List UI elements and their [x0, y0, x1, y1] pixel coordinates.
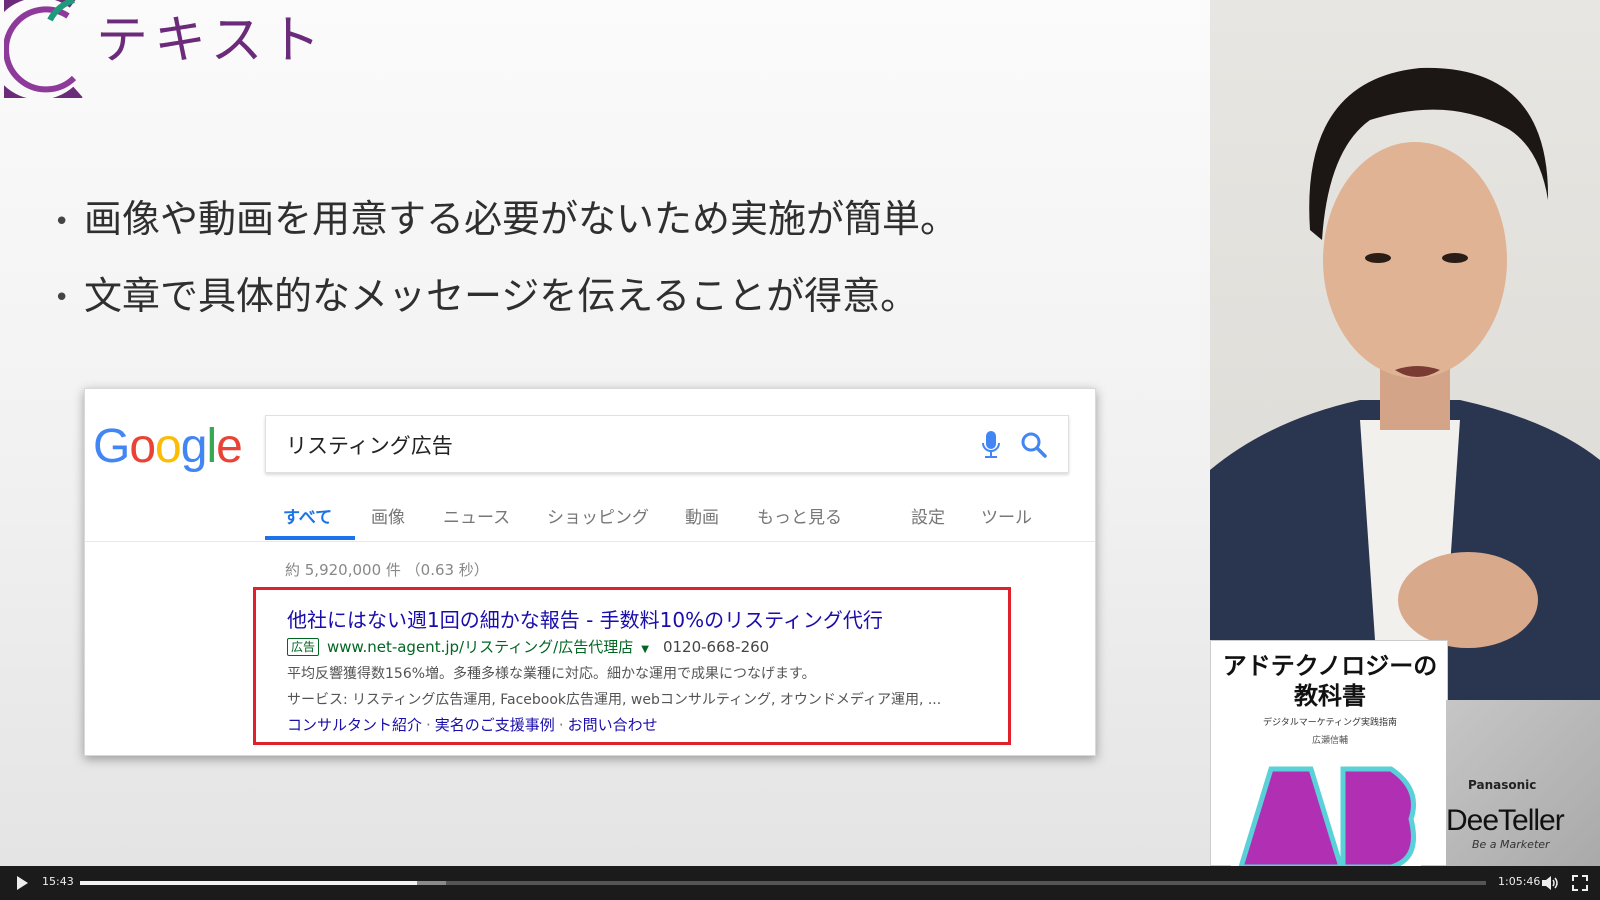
- tab-images[interactable]: 画像: [371, 503, 405, 528]
- tab-news[interactable]: ニュース: [443, 503, 510, 528]
- ad-badge: 広告: [287, 638, 320, 656]
- book-title: アドテクノロジーの 教科書: [1222, 652, 1438, 710]
- ad-display-url[interactable]: www.net-agent.jp/リスティング/広告代理店: [327, 638, 633, 656]
- separator: ·: [558, 716, 564, 734]
- ad-services: サービス: リスティング広告運用, Facebook広告運用, webコンサルテ…: [287, 692, 942, 708]
- google-results-screenshot: Google リスティング広告 すべて 画像 ニュース ショッピング 動画 もっ…: [84, 388, 1096, 756]
- ad-title-link[interactable]: 他社にはない週1回の細かな報告 - 手数料10%のリスティング代行: [287, 604, 883, 633]
- search-box[interactable]: リスティング広告: [265, 415, 1069, 473]
- ad-phone[interactable]: 0120-668-260: [663, 638, 769, 656]
- play-icon[interactable]: [14, 875, 30, 891]
- ad-sitelinks: コンサルタント紹介 · 実名のご支援事例 · お問い合わせ: [287, 714, 658, 735]
- book-cover: アドテクノロジーの 教科書 デジタルマーケティング実践指南 広瀬信輔: [1210, 640, 1448, 866]
- laptop: Panasonic DeeTeller Be a Marketer: [1446, 700, 1600, 866]
- ad-description: 平均反響獲得数156%増。多種多様な業種に対応。細かな運用で成果につなげます。: [287, 666, 816, 682]
- laptop-sticker: DeeTeller: [1446, 804, 1565, 837]
- company-logo-icon: [4, 0, 83, 98]
- sitelink[interactable]: 実名のご支援事例: [435, 716, 555, 734]
- search-query[interactable]: リスティング広告: [286, 430, 453, 460]
- sitelink[interactable]: お問い合わせ: [568, 716, 658, 734]
- laptop-brand: Panasonic: [1468, 778, 1537, 792]
- progress-played: [80, 881, 418, 885]
- tab-videos[interactable]: 動画: [685, 503, 719, 528]
- result-stats: 約 5,920,000 件 （0.63 秒）: [285, 561, 489, 579]
- fullscreen-icon[interactable]: [1572, 875, 1588, 891]
- book-author: 広瀬信輔: [1311, 736, 1348, 746]
- speaker-video: アドテクノロジーの 教科書 デジタルマーケティング実践指南 広瀬信輔 Panaso…: [1210, 0, 1600, 866]
- tab-tools[interactable]: ツール: [981, 503, 1032, 528]
- separator: ·: [426, 716, 431, 734]
- divider: [85, 541, 1095, 542]
- progress-bar[interactable]: [80, 881, 1486, 885]
- bullet-item: • 文章で具体的なメッセージを伝えることが得意。: [54, 259, 958, 336]
- bullet-dot-icon: •: [54, 206, 70, 237]
- ad-result-highlight: 他社にはない週1回の細かな報告 - 手数料10%のリスティング代行 広告 www.…: [253, 587, 1011, 745]
- tab-all[interactable]: すべて: [283, 503, 332, 528]
- sitelink[interactable]: コンサルタント紹介: [287, 716, 422, 734]
- laptop-tagline: Be a Marketer: [1472, 838, 1550, 851]
- book-subtitle: デジタルマーケティング実践指南: [1262, 718, 1398, 728]
- active-tab-indicator: [265, 536, 355, 540]
- bullet-item: • 画像や動画を用意する必要がないため実施が簡単。: [54, 182, 958, 259]
- google-logo: Google: [93, 420, 243, 473]
- volume-icon[interactable]: [1541, 875, 1559, 891]
- total-time: 1:05:46: [1498, 875, 1541, 888]
- current-time: 15:43: [42, 875, 74, 888]
- ad-url-row: 広告 www.net-agent.jp/リスティング/広告代理店 ▼ 0120-668…: [287, 636, 769, 657]
- tab-settings[interactable]: 設定: [911, 503, 945, 528]
- bullet-dot-icon: •: [54, 283, 70, 313]
- search-tabs: すべて 画像 ニュース ショッピング 動画 もっと見る 設定 ツール: [265, 487, 1085, 540]
- tab-shopping[interactable]: ショッピング: [547, 503, 649, 528]
- bullet-list: • 画像や動画を用意する必要がないため実施が簡単。 • 文章で具体的なメッセージを伝…: [54, 182, 958, 335]
- microphone-icon[interactable]: [980, 429, 1002, 461]
- book-cover-art-icon: [1231, 759, 1421, 866]
- caret-down-icon[interactable]: ▼: [641, 644, 649, 655]
- video-player-controls: 15:43 1:05:46: [0, 866, 1600, 900]
- search-icon[interactable]: [1020, 431, 1048, 459]
- slide-title: テキスト: [96, 11, 327, 71]
- tab-more[interactable]: もっと見る: [757, 503, 842, 528]
- slide: テキスト • 画像や動画を用意する必要がないため実施が簡単。 • 文章で具体的なメッ…: [0, 0, 1210, 866]
